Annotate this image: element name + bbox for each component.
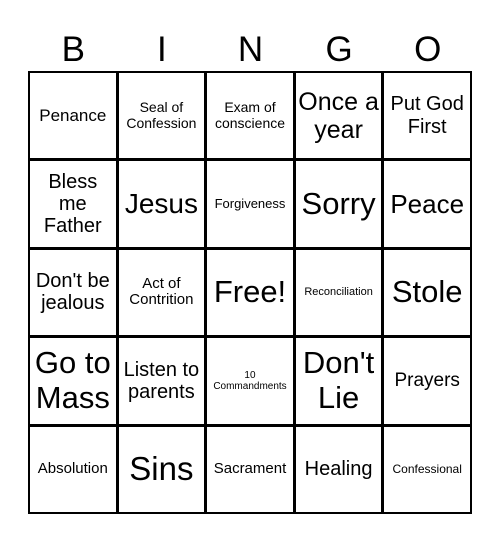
- bingo-cell[interactable]: Listen to parents: [118, 338, 205, 424]
- bingo-cell[interactable]: Reconciliation: [295, 249, 382, 336]
- bingo-grid: Penance Seal of Confession Exam of consc…: [28, 71, 472, 514]
- bingo-cell[interactable]: 10 Commandments: [207, 338, 293, 424]
- header-letter-i: I: [157, 29, 167, 69]
- free-space-cell[interactable]: Free!: [207, 249, 293, 336]
- bingo-cell[interactable]: Once a year: [295, 73, 382, 159]
- bingo-cell[interactable]: Exam of conscience: [207, 73, 293, 159]
- bingo-cell[interactable]: Act of Contrition: [118, 249, 205, 336]
- bingo-cell[interactable]: Put God First: [384, 73, 470, 159]
- bingo-cell[interactable]: Confessional: [384, 426, 470, 512]
- bingo-cell[interactable]: Seal of Confession: [118, 73, 205, 159]
- bingo-cell[interactable]: Peace: [384, 161, 470, 247]
- bingo-cell[interactable]: Healing: [295, 426, 382, 512]
- bingo-cell[interactable]: Forgiveness: [207, 161, 293, 247]
- bingo-cell[interactable]: Prayers: [384, 338, 470, 424]
- bingo-cell[interactable]: Sorry: [295, 161, 382, 247]
- bingo-cell[interactable]: Don't be jealous: [30, 249, 116, 336]
- bingo-cell[interactable]: Bless me Father: [30, 161, 116, 247]
- bingo-cell[interactable]: Go to Mass: [30, 338, 116, 424]
- bingo-cell[interactable]: Sacrament: [207, 426, 293, 512]
- header-letter-g: G: [325, 29, 353, 69]
- bingo-cell[interactable]: Sins: [118, 426, 205, 512]
- bingo-cell[interactable]: Stole: [384, 249, 470, 336]
- bingo-cell[interactable]: Jesus: [118, 161, 205, 247]
- header-letter-o: O: [414, 29, 442, 69]
- bingo-cell[interactable]: Don't Lie: [295, 338, 382, 424]
- bingo-header: B I N G O: [29, 28, 472, 70]
- bingo-cell[interactable]: Absolution: [30, 426, 116, 512]
- header-letter-b: B: [61, 29, 85, 69]
- bingo-cell[interactable]: Penance: [30, 73, 116, 159]
- header-letter-n: N: [237, 29, 264, 69]
